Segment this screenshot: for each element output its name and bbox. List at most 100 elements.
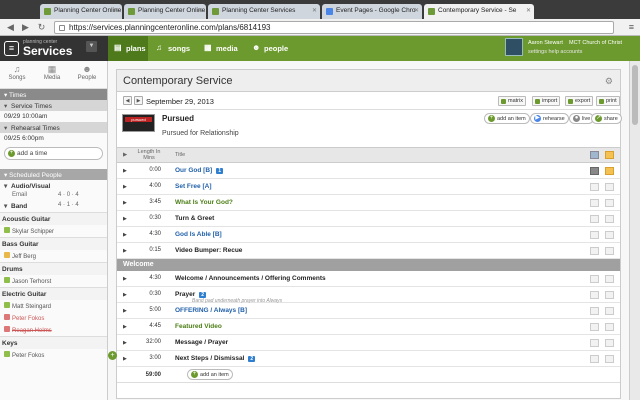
table-row[interactable]: ▶ 4:00 Set Free [A] (117, 179, 620, 195)
forward-icon[interactable]: ▶ (20, 22, 31, 33)
back-icon[interactable]: ◀ (5, 22, 16, 33)
sidebar-item-media[interactable]: ▦ Media (37, 64, 67, 81)
notes-icon[interactable] (590, 167, 599, 175)
table-row[interactable]: ▶ 4:30 God Is Able [B] (117, 227, 620, 243)
table-row[interactable]: ▶ 0:30 Turn & Greet (117, 211, 620, 227)
attachment-icon[interactable] (605, 323, 614, 331)
notes-badge[interactable]: 2 (248, 356, 256, 362)
table-row[interactable]: ▶ 0:00 Our God [B] 1 (117, 163, 620, 179)
close-icon[interactable]: ✕ (114, 7, 119, 14)
attachment-icon[interactable] (605, 339, 614, 347)
list-item[interactable]: Peter Fokos (0, 312, 107, 324)
expand-icon[interactable]: ▶ (123, 168, 127, 174)
item-title[interactable]: Message / Prayer (175, 339, 228, 346)
expand-icon[interactable]: ▶ (123, 308, 127, 314)
section-header[interactable]: Welcome (117, 259, 620, 271)
notes-icon[interactable] (590, 199, 599, 207)
add-item-button[interactable]: + add an item (187, 369, 233, 380)
table-row[interactable]: ▶ 5:00 OFFERING / Always [B] (117, 303, 620, 319)
notes-icon[interactable] (590, 275, 599, 283)
expand-icon[interactable]: ▶ (123, 276, 127, 282)
list-item[interactable]: Skylar Schipper (0, 225, 107, 237)
chevron-down-icon[interactable]: ▼ (86, 41, 97, 52)
item-title[interactable]: Our God [B] 1 (175, 167, 223, 174)
attachment-icon[interactable] (605, 167, 614, 175)
import-button[interactable]: import (532, 96, 561, 106)
team-email[interactable]: Email 4 · 0 · 4 (0, 190, 107, 200)
export-button[interactable]: export (565, 96, 594, 106)
scheduled-header[interactable]: ▾ Scheduled People (0, 169, 107, 180)
attachment-icon[interactable] (605, 355, 614, 363)
reload-icon[interactable]: ↻ (36, 22, 47, 33)
table-row[interactable]: ▶ 3:00 Next Steps / Dismissal 2 (117, 351, 620, 367)
rehearsal-time[interactable]: 09/25 6:00pm (0, 133, 107, 144)
list-item[interactable]: Jason Terhorst (0, 275, 107, 287)
share-button[interactable]: ↗ share (591, 113, 622, 124)
notes-icon[interactable] (590, 323, 599, 331)
expand-icon[interactable]: ▶ (123, 200, 127, 206)
user-links[interactable]: settings help accounts (528, 49, 582, 55)
attachments-column-icon[interactable] (605, 151, 614, 159)
browser-tab[interactable]: Planning Center Online ✕ (40, 4, 122, 19)
expand-icon[interactable]: ▶ (123, 292, 127, 298)
table-row[interactable]: ▶ 0:15 Video Bumper: Recue (117, 243, 620, 259)
table-row[interactable]: ▶ 32:00 Message / Prayer (117, 335, 620, 351)
notes-icon[interactable] (590, 247, 599, 255)
item-title[interactable]: Set Free [A] (175, 183, 211, 190)
item-title[interactable]: Prayer 2 (175, 291, 207, 298)
times-header[interactable]: ▾ Times (0, 89, 107, 100)
scrollbar[interactable] (629, 61, 640, 400)
rehearsal-times-label[interactable]: ▾ Rehearsal Times (0, 122, 107, 133)
expand-icon[interactable]: ▶ (123, 184, 127, 190)
notes-icon[interactable] (590, 291, 599, 299)
add-time-button[interactable]: + add a time (4, 147, 103, 160)
print-button[interactable]: print (596, 96, 620, 106)
expand-icon[interactable]: ▶ (123, 340, 127, 346)
team-band[interactable]: ▾ Band 4 · 1 · 4 (0, 200, 107, 212)
notes-icon[interactable] (590, 215, 599, 223)
table-row[interactable]: ▶ 4:30 Welcome / Announcements / Offering … (117, 271, 620, 287)
browser-tab[interactable]: Planning Center Online ✕ (124, 4, 206, 19)
close-icon[interactable]: ✕ (198, 7, 203, 14)
next-plan-icon[interactable]: ▶ (134, 96, 143, 105)
scroll-thumb[interactable] (632, 65, 638, 125)
table-row[interactable]: ▶ 0:30 Prayer 2 Band pad underneath prayer i… (117, 287, 620, 304)
tab-media[interactable]: ▦ media (198, 36, 244, 61)
browser-tab[interactable]: Planning Center Services ✕ (208, 4, 320, 19)
expand-icon[interactable]: ▶ (123, 356, 127, 362)
attachment-icon[interactable] (605, 231, 614, 239)
address-bar[interactable]: https://services.planningcenteronline.co… (54, 21, 614, 34)
table-row[interactable]: ▶ 4:45 Featured Video (117, 319, 620, 335)
gear-icon[interactable]: ⚙ (605, 76, 613, 87)
attachment-icon[interactable] (605, 183, 614, 191)
expand-icon[interactable]: ▶ (123, 232, 127, 238)
attachment-icon[interactable] (605, 247, 614, 255)
tab-people[interactable]: ☻ people (246, 36, 294, 61)
list-item[interactable]: Jeff Berg (0, 250, 107, 262)
sidebar-item-people[interactable]: ☻ People (72, 64, 102, 81)
list-item[interactable]: Reagan Helms (0, 324, 107, 336)
app-logo[interactable]: ≡ planning center Services (4, 39, 72, 59)
close-icon[interactable]: ✕ (526, 7, 531, 14)
item-title[interactable]: God Is Able [B] (175, 231, 222, 238)
list-item[interactable]: Peter Fokos (0, 349, 107, 361)
attachment-icon[interactable] (605, 291, 614, 299)
item-title[interactable]: Welcome / Announcements / Offering Comme… (175, 275, 326, 282)
user-menu[interactable]: Aaron Stewart MCT Church of Christ setti… (505, 38, 630, 58)
attachment-icon[interactable] (605, 199, 614, 207)
tab-songs[interactable]: ♫ songs (150, 36, 196, 61)
notes-column-icon[interactable] (590, 151, 599, 159)
attachment-icon[interactable] (605, 307, 614, 315)
attachment-icon[interactable] (605, 215, 614, 223)
notes-icon[interactable] (590, 183, 599, 191)
service-times-label[interactable]: ▾ Service Times (0, 100, 107, 111)
notes-icon[interactable] (590, 307, 599, 315)
expand-icon[interactable]: ▶ (123, 216, 127, 222)
team-audio-visual[interactable]: ▾ Audio/Visual (0, 180, 107, 190)
series-thumbnail[interactable]: pursued (122, 114, 155, 132)
item-title[interactable]: Featured Video (175, 323, 222, 330)
menu-icon[interactable]: ≡ (629, 22, 634, 32)
item-title[interactable]: OFFERING / Always [B] (175, 307, 247, 314)
notes-icon[interactable] (590, 355, 599, 363)
service-time[interactable]: 09/29 10:00am (0, 111, 107, 122)
